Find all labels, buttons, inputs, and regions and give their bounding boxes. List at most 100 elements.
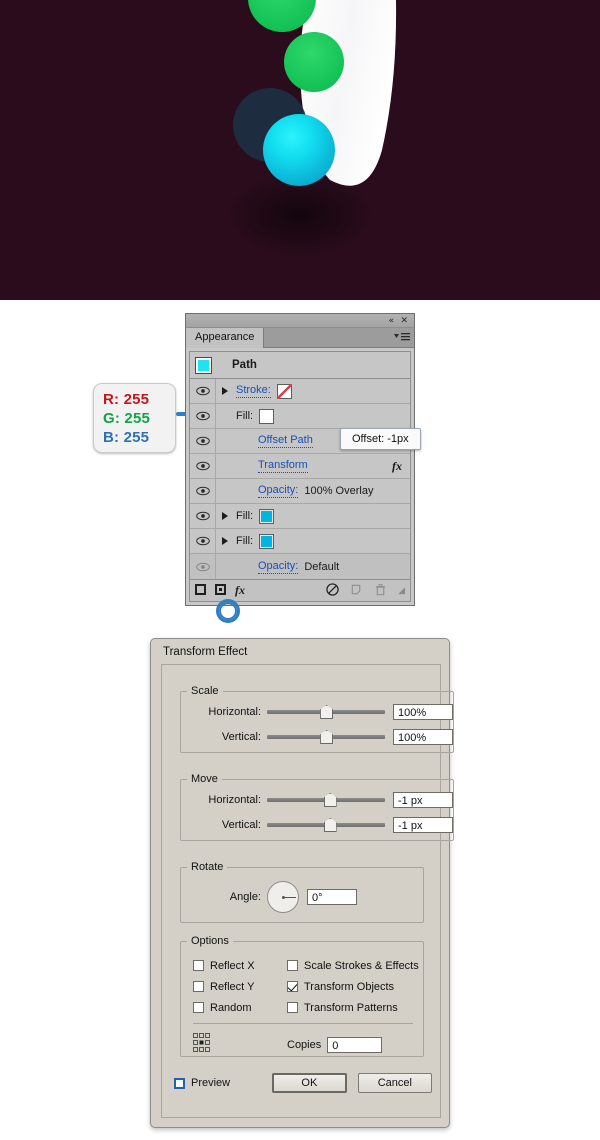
- fill-swatch-cyan[interactable]: [259, 533, 275, 549]
- opacity-label[interactable]: Opacity:: [258, 484, 299, 498]
- opacity-label[interactable]: Opacity:: [258, 560, 299, 574]
- duplicate-item-icon[interactable]: [350, 583, 363, 599]
- appearance-row-transform[interactable]: Transform fx: [190, 454, 410, 479]
- visibility-toggle-transform[interactable]: [190, 454, 216, 478]
- reference-point-grid-icon[interactable]: [193, 1033, 211, 1056]
- random-checkbox[interactable]: [193, 1002, 204, 1013]
- reflect-x-checkbox[interactable]: [193, 960, 204, 971]
- appearance-row-opacity-default[interactable]: Opacity: Default: [190, 554, 410, 579]
- expand-triangle-fill-cyan-2[interactable]: [216, 529, 234, 553]
- stroke-swatch-none[interactable]: [276, 383, 292, 399]
- visibility-toggle-fill-white[interactable]: [190, 404, 216, 428]
- option-transform-objects[interactable]: Transform Objects: [287, 976, 419, 997]
- scale-vertical-slider[interactable]: [267, 730, 385, 744]
- delete-item-icon[interactable]: [374, 583, 387, 599]
- appearance-target-header: Path: [189, 351, 411, 378]
- add-new-stroke-icon[interactable]: [195, 583, 206, 598]
- panel-titlebar[interactable]: « ✕: [186, 314, 414, 328]
- scale-strokes-effects-checkbox[interactable]: [287, 960, 298, 971]
- expand-spacer-transform: [216, 454, 234, 478]
- appearance-row-fill-cyan-1[interactable]: Fill:: [190, 504, 410, 529]
- fill-label: Fill:: [236, 510, 254, 522]
- tab-appearance[interactable]: Appearance: [186, 328, 265, 348]
- appearance-panel[interactable]: « ✕ Appearance Path Stroke: Fill: Offset…: [185, 313, 415, 606]
- visibility-toggle-stroke[interactable]: [190, 379, 216, 403]
- option-reflect-x[interactable]: Reflect X: [193, 955, 255, 976]
- copies-input[interactable]: 0: [327, 1037, 383, 1053]
- close-panel-icon[interactable]: ✕: [400, 315, 408, 327]
- eye-icon: [195, 386, 210, 396]
- collapse-panel-icon[interactable]: «: [388, 315, 394, 327]
- move-vertical-input[interactable]: -1 px: [393, 817, 453, 833]
- appearance-row-fill-white[interactable]: Fill:: [190, 404, 410, 429]
- option-transform-patterns[interactable]: Transform Patterns: [287, 997, 419, 1018]
- scale-horizontal-slider[interactable]: [267, 705, 385, 719]
- scale-strokes-effects-label: Scale Strokes & Effects: [304, 959, 419, 972]
- fx-icon[interactable]: fx: [392, 459, 402, 474]
- rgb-blue-value: B: 255: [103, 429, 150, 446]
- transform-patterns-checkbox[interactable]: [287, 1002, 298, 1013]
- appearance-row-opacity-overlay[interactable]: Opacity: 100% Overlay: [190, 479, 410, 504]
- dialog-title: Transform Effect: [163, 646, 248, 658]
- panel-tab-bar[interactable]: Appearance: [186, 328, 414, 348]
- preview-checkbox[interactable]: [174, 1077, 185, 1089]
- option-scale-strokes-effects[interactable]: Scale Strokes & Effects: [287, 955, 419, 976]
- panel-resize-grip[interactable]: ◢: [398, 585, 405, 596]
- appearance-row-stroke-content: Stroke:: [234, 383, 410, 399]
- panel-body: Path Stroke: Fill: Offset Path Transform…: [186, 348, 414, 605]
- visibility-toggle-offset-path[interactable]: [190, 429, 216, 453]
- panel-options-menu-icon[interactable]: [392, 332, 410, 344]
- appearance-row-fill-cyan-2[interactable]: Fill:: [190, 529, 410, 554]
- fill-swatch-white[interactable]: [259, 408, 275, 424]
- scale-group: Scale Horizontal: 100% Vertical: 100%: [180, 685, 454, 753]
- transform-effect-dialog[interactable]: Transform Effect Scale Horizontal: 100% …: [150, 638, 454, 1128]
- clear-appearance-icon[interactable]: [326, 582, 339, 599]
- slider-thumb[interactable]: [320, 705, 334, 719]
- offset-path-label[interactable]: Offset Path: [258, 434, 313, 448]
- cancel-button[interactable]: Cancel: [357, 1073, 432, 1093]
- visibility-toggle-opacity-default[interactable]: [190, 554, 216, 579]
- transform-objects-checkbox[interactable]: [287, 981, 298, 992]
- slider-thumb[interactable]: [323, 793, 337, 807]
- fill-swatch-cyan[interactable]: [259, 508, 275, 524]
- eye-icon: [195, 562, 210, 571]
- appearance-rows-list: Stroke: Fill: Offset Path Transform fx O…: [189, 378, 411, 580]
- move-group: Move Horizontal: -1 px Vertical: -1 px: [180, 773, 454, 841]
- move-vertical-slider[interactable]: [267, 818, 385, 832]
- copies-row: Copies 0: [287, 1037, 383, 1053]
- move-vertical-label: Vertical:: [221, 819, 261, 831]
- appearance-row-fill-cyan-2-content: Fill:: [234, 533, 410, 549]
- visibility-toggle-opacity-overlay[interactable]: [190, 479, 216, 503]
- appearance-row-stroke[interactable]: Stroke:: [190, 379, 410, 404]
- slider-thumb[interactable]: [323, 818, 337, 832]
- rotate-angle-label: Angle:: [229, 891, 261, 903]
- add-new-fill-icon[interactable]: [215, 583, 226, 598]
- reflect-y-checkbox[interactable]: [193, 981, 204, 992]
- transform-label[interactable]: Transform: [258, 459, 308, 473]
- visibility-toggle-fill-cyan-1[interactable]: [190, 504, 216, 528]
- angle-dial[interactable]: [267, 881, 299, 913]
- options-divider: [193, 1023, 413, 1024]
- scale-horizontal-input[interactable]: 100%: [393, 704, 453, 720]
- scale-vertical-input[interactable]: 100%: [393, 729, 453, 745]
- visibility-toggle-fill-cyan-2[interactable]: [190, 529, 216, 553]
- option-random[interactable]: Random: [193, 997, 255, 1018]
- target-color-swatch[interactable]: [195, 356, 212, 374]
- add-new-effect-icon[interactable]: fx: [235, 583, 245, 598]
- expand-triangle-fill-cyan-1[interactable]: [216, 504, 234, 528]
- opacity-value: 100% Overlay: [304, 485, 374, 497]
- move-horizontal-row: Horizontal: -1 px: [181, 789, 453, 811]
- rotate-angle-input[interactable]: 0°: [307, 889, 357, 905]
- move-horizontal-slider[interactable]: [267, 793, 385, 807]
- stroke-label[interactable]: Stroke:: [236, 384, 271, 398]
- option-reflect-y[interactable]: Reflect Y: [193, 976, 255, 997]
- slider-thumb[interactable]: [320, 730, 334, 744]
- fill-label: Fill:: [236, 410, 254, 422]
- ok-button[interactable]: OK: [272, 1073, 347, 1093]
- appearance-panel-footer[interactable]: fx ◢: [189, 580, 411, 602]
- offset-tooltip: Offset: -1px: [340, 428, 421, 450]
- preview-row[interactable]: Preview: [174, 1077, 230, 1089]
- expand-triangle-stroke[interactable]: [216, 379, 234, 403]
- scale-vertical-row: Vertical: 100%: [181, 726, 453, 748]
- move-horizontal-input[interactable]: -1 px: [393, 792, 453, 808]
